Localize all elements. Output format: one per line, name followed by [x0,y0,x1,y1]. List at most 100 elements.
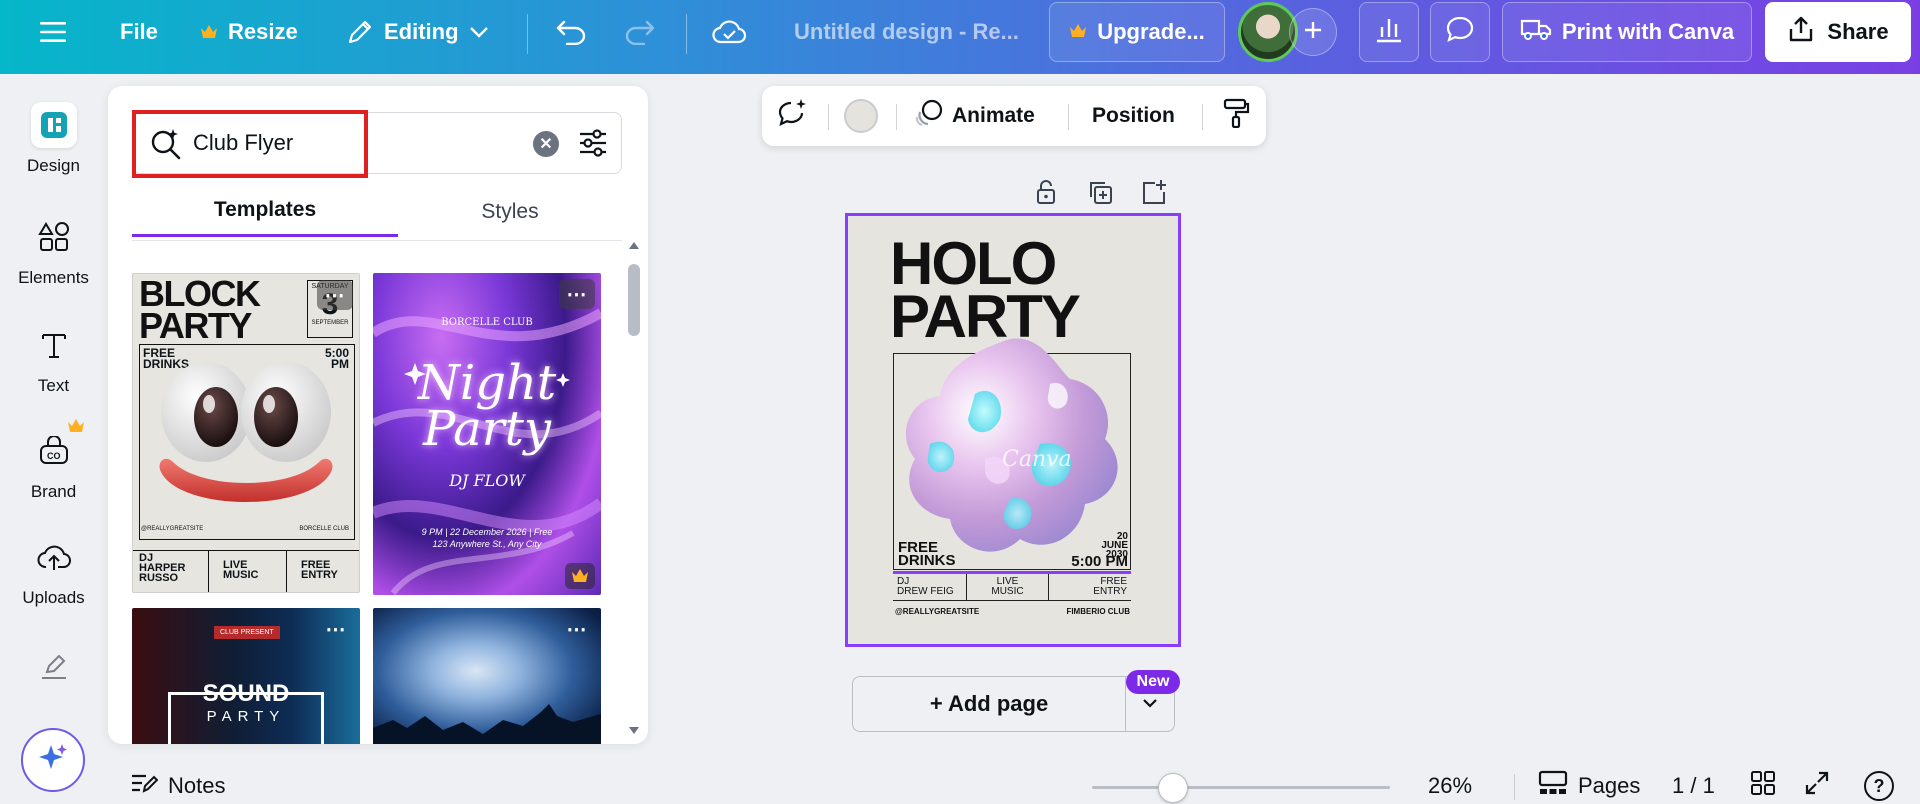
more-options-button[interactable]: ⋯ [559,614,595,644]
design-page[interactable]: HOLO PARTY Canva FREE DRINKS 20 JUNE 203… [845,213,1181,647]
copy-style-button[interactable] [1222,86,1250,146]
animate-button[interactable]: Animate [914,86,1035,146]
add-page-icon[interactable] [1140,178,1168,206]
template-title: Night [417,355,557,411]
free-entry-cell[interactable]: FREE ENTRY [1049,574,1131,601]
grid-icon [1750,770,1776,802]
menu-icon[interactable] [40,0,66,64]
template-card-concert-smoke[interactable]: ⋯ [373,608,601,744]
grid-view-button[interactable] [1750,768,1776,804]
dj-cell[interactable]: DJ DREW FEIG [893,574,967,601]
undo-icon [555,19,587,45]
insights-button[interactable] [1359,2,1419,62]
share-label: Share [1827,19,1889,44]
scroll-thumb[interactable] [628,264,640,336]
rail-item-design[interactable]: Design [0,102,107,176]
sparkle-icon [36,741,70,780]
scroll-up-icon[interactable] [628,240,640,250]
more-options-button[interactable]: ⋯ [559,279,595,309]
shapes-icon [31,214,77,260]
scroll-down-icon[interactable] [628,726,640,736]
template-text: BORCELLE CLUB [441,317,533,328]
filter-sliders-icon[interactable] [577,127,609,164]
context-toolbar: Animate Position [762,86,1266,146]
cloud-sync-icon[interactable] [712,0,746,64]
zoom-label: 26% [1428,773,1473,798]
more-options-button[interactable]: ⋯ [318,614,354,644]
file-menu[interactable]: File [120,0,158,64]
fullscreen-button[interactable] [1804,768,1830,804]
lock-icon[interactable] [1032,178,1060,206]
watermark-text: Canva [1002,447,1072,472]
magic-search-icon [149,127,183,166]
search-box[interactable]: ✕ [132,110,622,178]
zoom-slider[interactable] [1092,786,1390,789]
add-collaborator-button[interactable] [1289,8,1337,56]
template-card-block-party[interactable]: BLOCK PARTY SATURDAY 3 SEPTEMBER FREE DR… [132,273,360,593]
comments-button[interactable] [1430,2,1490,62]
magic-comment-button[interactable] [776,86,808,146]
text-line: DREW FEIG [897,586,954,597]
tab-templates[interactable]: Templates [132,192,398,237]
pages-label: Pages [1578,773,1641,798]
rail-item-text[interactable]: Text [0,322,107,396]
share-button[interactable]: Share [1765,2,1911,62]
help-button[interactable]: ? [1864,768,1894,804]
comment-sparkle-icon [776,98,808,134]
print-with-canva-button[interactable]: Print with Canva [1502,2,1752,62]
template-text: BORCELLE CLUB [299,526,349,532]
paint-roller-icon [1222,98,1250,134]
design-icon [30,102,77,148]
position-button[interactable]: Position [1092,86,1175,146]
rail-item-draw[interactable] [0,644,107,690]
animate-icon [914,98,944,134]
rail-item-uploads[interactable]: Uploads [0,534,107,608]
editing-mode-dropdown[interactable]: Editing [346,0,489,64]
rail-item-brand[interactable]: CO Brand [0,419,107,502]
design-title[interactable]: Untitled design - Re... [794,0,1019,64]
print-label: Print with Canva [1561,19,1735,44]
rail-label: Uploads [22,588,85,607]
panel-scrollbar[interactable] [628,242,640,738]
tab-styles[interactable]: Styles [398,192,622,232]
zoom-slider-handle[interactable] [1158,773,1188,803]
add-page-label: + Add page [929,691,1049,716]
crown-icon [67,418,85,439]
resize-button[interactable]: Resize [200,0,298,64]
template-text: DJ FLOW [449,471,525,490]
pages-button[interactable]: Pages [1538,768,1640,804]
template-card-sound-party[interactable]: CLUB PRESENT SOUND PARTY ⋯ [132,608,360,744]
template-title: PARTY [139,304,252,346]
duplicate-page-icon[interactable] [1086,178,1114,206]
cartoon-face-illustration [159,362,333,502]
text-line: 20 JUNE [1101,531,1128,551]
club-text[interactable]: FIMBERIO CLUB [1048,608,1130,616]
background-color-button[interactable] [844,86,878,146]
rail-label: Design [27,156,80,175]
free-drinks-text[interactable]: FREE DRINKS [898,540,956,567]
site-text[interactable]: @REALLYGREATSITE [895,608,979,616]
template-title: SOUND [202,680,290,707]
page-counter: 1 / 1 [1672,768,1715,804]
template-card-night-party[interactable]: BORCELLE CLUB Night Party DJ FLOW 9 PM |… [373,273,601,595]
magic-assistant-button[interactable] [21,728,85,792]
more-options-button[interactable]: ⋯ [317,280,353,310]
live-music-cell[interactable]: LIVE MUSIC [967,574,1049,601]
redo-button[interactable] [624,0,656,64]
search-input[interactable] [193,127,523,159]
add-page-button[interactable]: + Add page [852,676,1126,732]
rail-item-elements[interactable]: Elements [0,214,107,288]
truck-icon [1520,17,1552,47]
template-text: RUSSO [139,571,179,584]
notes-button[interactable]: Notes [130,768,225,804]
clear-search-icon[interactable]: ✕ [533,131,559,157]
draw-icon [31,644,77,690]
help-icon: ? [1864,771,1894,801]
template-text: SEPTEMBER [311,320,349,326]
upgrade-button[interactable]: Upgrade... [1049,2,1225,62]
time-text[interactable]: 5:00 PM [1062,554,1128,569]
upgrade-label: Upgrade... [1097,19,1205,44]
undo-button[interactable] [555,0,587,64]
help-label: ? [1873,775,1885,796]
zoom-level[interactable]: 26% [1428,768,1472,804]
